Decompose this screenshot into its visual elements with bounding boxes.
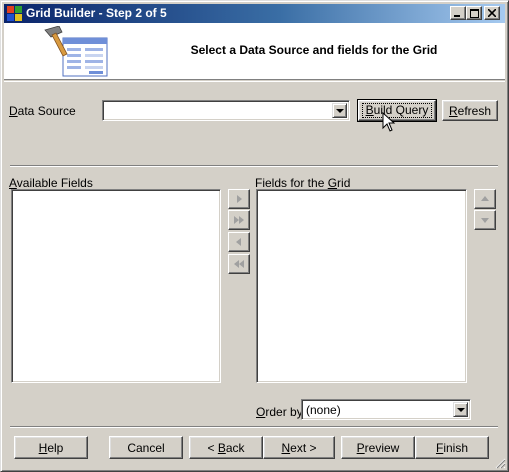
grid-builder-wizard-icon	[44, 26, 108, 77]
move-all-right-button[interactable]	[228, 210, 250, 230]
finish-text: inish	[443, 440, 469, 455]
available-fields-mnemonic: A	[9, 176, 17, 190]
minimize-icon	[454, 15, 460, 17]
order-by-combo[interactable]: (none)	[301, 399, 471, 420]
app-icon	[7, 6, 22, 21]
order-by-label: Order by	[256, 405, 303, 419]
order-by-value: (none)	[306, 403, 341, 417]
next-mnemonic: N	[281, 440, 291, 455]
section-divider	[10, 165, 498, 167]
move-all-left-icon	[234, 260, 244, 268]
next-label: Next >	[281, 441, 316, 455]
grid-fields-list[interactable]	[256, 189, 467, 383]
data-source-combo[interactable]	[102, 100, 350, 121]
refresh-label: Refresh	[449, 104, 491, 118]
finish-button[interactable]: Finish	[415, 436, 489, 459]
move-left-icon	[236, 238, 241, 246]
build-query-mnemonic: B	[365, 103, 374, 117]
mouse-cursor-icon	[382, 112, 396, 132]
maximize-button[interactable]	[466, 6, 482, 20]
minimize-button[interactable]	[450, 6, 466, 20]
grid-fields-text-after: rid	[337, 176, 351, 190]
available-fields-label: Available Fields	[9, 176, 93, 190]
preview-mnemonic: P	[356, 440, 365, 455]
preview-button[interactable]: Preview	[341, 436, 415, 459]
move-right-icon	[237, 195, 242, 203]
close-icon	[488, 9, 496, 17]
move-up-icon	[481, 196, 489, 201]
available-fields-text: vailable Fields	[16, 176, 93, 190]
back-mnemonic: B	[217, 440, 226, 455]
refresh-mnemonic: R	[448, 103, 458, 118]
grid-builder-window: Grid Builder - Step 2 of 5 Select a Data…	[0, 0, 509, 472]
window-title: Grid Builder - Step 2 of 5	[26, 6, 167, 20]
cancel-button[interactable]: Cancel	[109, 436, 183, 459]
back-label: < Back	[207, 441, 244, 455]
help-label: Help	[39, 441, 64, 455]
move-left-button[interactable]	[228, 232, 250, 252]
next-text: ext >	[290, 440, 317, 455]
data-source-label: Data Source	[9, 104, 76, 118]
close-button[interactable]	[484, 6, 500, 20]
grid-fields-mnemonic: G	[327, 176, 338, 190]
back-text: ack	[225, 440, 245, 455]
next-button[interactable]: Next >	[263, 436, 335, 459]
resize-grip-icon[interactable]	[494, 457, 506, 469]
move-all-left-button[interactable]	[228, 254, 250, 274]
back-button[interactable]: < Back	[189, 436, 263, 459]
wizard-header: Select a Data Source and fields for the …	[4, 23, 505, 80]
help-text: elp	[47, 440, 64, 455]
move-right-button[interactable]	[228, 189, 250, 209]
maximize-icon	[469, 8, 479, 18]
move-down-icon	[481, 218, 489, 223]
header-divider	[4, 81, 505, 82]
title-bar[interactable]: Grid Builder - Step 2 of 5	[4, 4, 505, 23]
refresh-button[interactable]: Refresh	[442, 100, 498, 121]
preview-label: Preview	[357, 441, 400, 455]
order-by-dropdown-button[interactable]	[453, 402, 468, 417]
grid-fields-label: Fields for the Grid	[255, 176, 350, 190]
grid-fields-text-before: Fields for the	[255, 176, 328, 190]
move-down-button[interactable]	[474, 210, 496, 230]
data-source-label-text: ata Source	[17, 104, 76, 118]
order-by-text: rder by	[265, 405, 303, 419]
cancel-label: Cancel	[127, 440, 165, 455]
data-source-dropdown-button[interactable]	[332, 103, 347, 118]
data-source-label-mnemonic: D	[9, 104, 18, 118]
help-button[interactable]: Help	[14, 436, 88, 459]
finish-label: Finish	[436, 441, 468, 455]
preview-text: review	[364, 440, 400, 455]
back-prefix: <	[207, 440, 218, 455]
available-fields-list[interactable]	[11, 189, 221, 383]
refresh-text: efresh	[457, 103, 492, 118]
footer-divider	[10, 426, 498, 428]
move-all-right-icon	[234, 216, 244, 224]
move-up-button[interactable]	[474, 189, 496, 209]
wizard-heading: Select a Data Source and fields for the …	[190, 43, 438, 57]
order-by-mnemonic: O	[256, 405, 266, 419]
